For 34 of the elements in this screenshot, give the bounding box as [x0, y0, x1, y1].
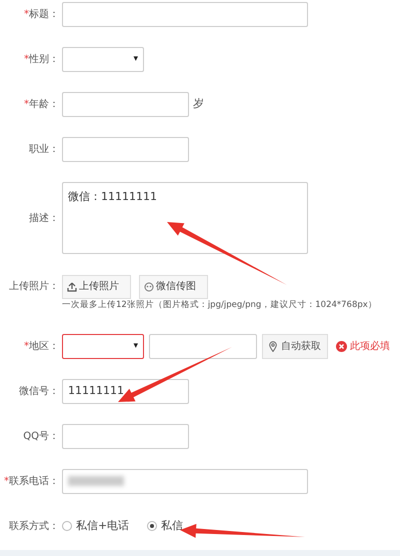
select-field[interactable]: ▾ — [62, 334, 144, 359]
input-field[interactable]: 11111111 — [62, 378, 189, 404]
upload-icon — [67, 282, 77, 292]
field-label: *标题： — [24, 8, 59, 22]
field-label: 描述： — [29, 212, 59, 226]
field-label: 微信号： — [19, 384, 59, 399]
hint-text: 一次最多上传12张照片（图片格式：jpg/jpeg/png，建议尺寸：1024*768px） — [62, 299, 378, 312]
radio-button[interactable] — [147, 521, 158, 532]
input-field[interactable] — [62, 468, 308, 494]
upload-button[interactable]: 上传照片 — [62, 274, 131, 298]
field-label: QQ号： — [23, 430, 59, 444]
auto-locate-button[interactable]: 自动获取 — [262, 334, 328, 359]
field-label: 职业： — [29, 142, 59, 157]
location-pin-icon — [269, 340, 277, 352]
select-field[interactable]: ▾ — [62, 47, 144, 72]
radio-button[interactable] — [62, 521, 72, 532]
error-icon — [336, 340, 347, 352]
field-label: *性别： — [24, 52, 59, 67]
unit-label: 岁 — [193, 96, 204, 112]
radio-option[interactable]: 私信 — [147, 518, 184, 534]
textarea-field[interactable]: 微信：11111111 — [62, 182, 308, 254]
field-label: 联系方式： — [9, 520, 59, 534]
input-field[interactable] — [62, 2, 308, 27]
input-field[interactable] — [62, 137, 189, 162]
input-field[interactable] — [62, 424, 189, 449]
input-field[interactable] — [149, 334, 257, 359]
upload-button[interactable]: 微信传图 — [139, 274, 208, 298]
error-message: 此项必填 — [350, 340, 390, 354]
field-label: *联系电话： — [4, 474, 59, 489]
field-label: *地区： — [24, 340, 59, 354]
input-field[interactable] — [62, 92, 189, 117]
radio-option[interactable]: 私信+电话 — [62, 518, 130, 534]
field-label: 上传照片： — [9, 280, 59, 294]
field-label: *年龄： — [24, 98, 59, 112]
